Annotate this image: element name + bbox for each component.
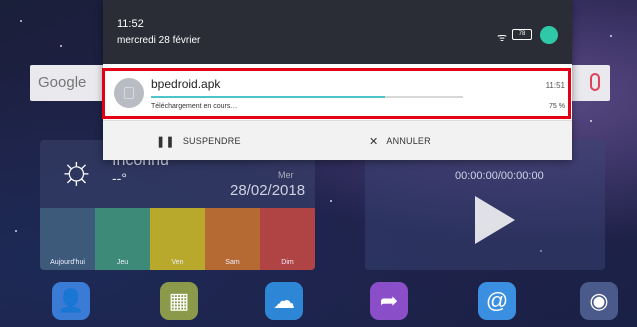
forecast-day: Sam: [205, 208, 260, 270]
contacts-icon[interactable]: 👤: [52, 282, 90, 320]
shade-header: 11:52 mercredi 28 février ᯤ 78: [103, 0, 572, 64]
battery-icon: 78: [512, 29, 532, 40]
email-icon-glyph: @: [485, 288, 509, 313]
suspend-label: SUSPENDRE: [182, 135, 241, 146]
forecast-day-label: Jeu: [116, 259, 129, 266]
play-icon[interactable]: [475, 196, 515, 244]
google-logo: Google: [38, 74, 87, 91]
cancel-button[interactable]: ✕ ANNULER: [369, 135, 431, 148]
forecast-day: Ven: [150, 208, 205, 270]
email-icon[interactable]: @: [478, 282, 516, 320]
wifi-icon: ᯤ: [497, 32, 508, 44]
camera-icon-glyph: ◉: [589, 288, 609, 313]
forecast-day-label: Aujourd'hui: [50, 259, 85, 266]
cancel-label: ANNULER: [386, 135, 431, 146]
gallery-icon-glyph: ▦: [168, 288, 190, 313]
notification-actions: ❚❚ SUSPENDRE ✕ ANNULER: [103, 120, 572, 160]
weather-date: 28/02/2018: [230, 182, 306, 199]
weather-day: Mer: [278, 170, 294, 180]
pause-icon: ❚❚: [156, 136, 175, 148]
user-avatar-icon[interactable]: [540, 26, 558, 44]
music-time: 00:00:00/00:00:00: [455, 170, 544, 182]
forecast-day-label: Ven: [171, 259, 184, 266]
forecast-day-label: Sam: [225, 259, 240, 266]
mic-icon[interactable]: [590, 73, 600, 91]
camera-icon[interactable]: ◉: [580, 282, 618, 320]
cloud-icon[interactable]: ☁: [265, 282, 303, 320]
forecast-day: Jeu: [95, 208, 150, 270]
forecast-day: Aujourd'hui: [40, 208, 95, 270]
share-icon[interactable]: ➦: [370, 282, 408, 320]
close-icon: ✕: [369, 136, 379, 148]
weather-temp: --°: [112, 170, 127, 186]
contacts-icon-glyph: 👤: [57, 288, 85, 313]
forecast-bars: Aujourd'hui Jeu Ven Sam Dim: [40, 208, 315, 270]
clock: 11:52: [117, 18, 144, 30]
cloud-icon-glyph: ☁: [273, 288, 295, 313]
highlight-box: [102, 68, 571, 119]
date: mercredi 28 février: [117, 35, 201, 46]
forecast-day-label: Dim: [281, 259, 294, 266]
sun-icon: ☼: [58, 148, 95, 192]
forecast-day: Dim: [260, 208, 315, 270]
suspend-button[interactable]: ❚❚ SUSPENDRE: [156, 135, 241, 148]
gallery-icon[interactable]: ▦: [160, 282, 198, 320]
share-icon-glyph: ➦: [379, 288, 399, 313]
